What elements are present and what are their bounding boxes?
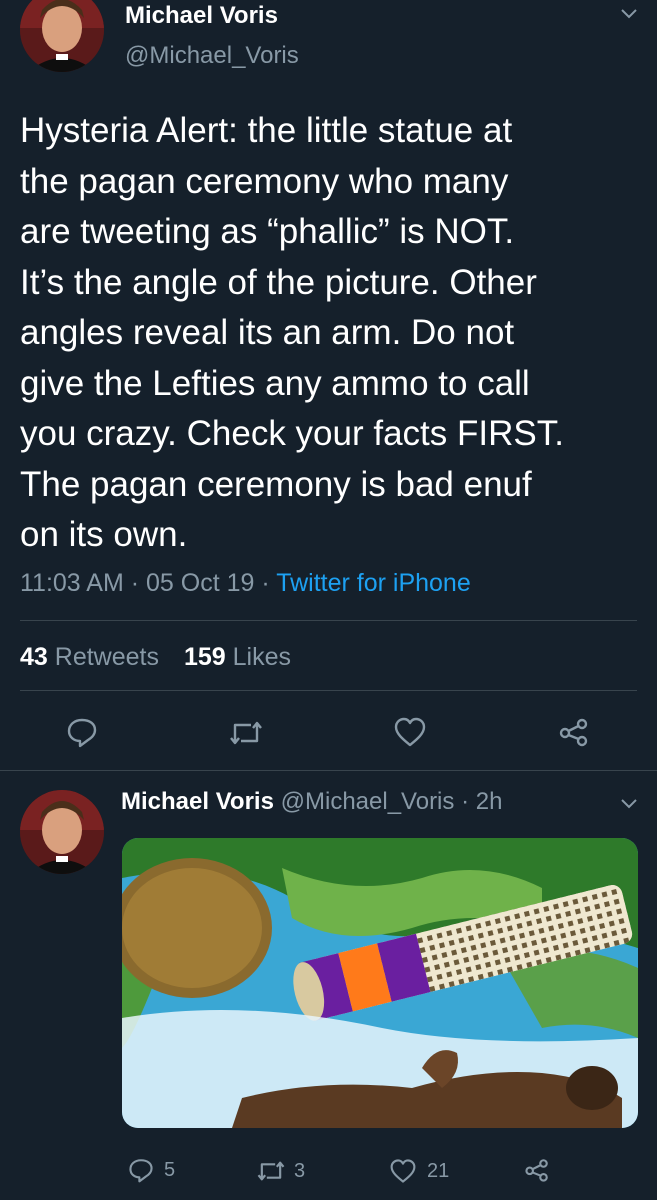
- tweet-source-link[interactable]: Twitter for iPhone: [276, 569, 471, 597]
- likes-count: 159: [183, 643, 226, 671]
- like-count: 21: [427, 1159, 450, 1182]
- tweet-text-line: angles reveal its an arm. Do not: [20, 313, 515, 352]
- separator: ·: [130, 569, 140, 597]
- share-icon: [524, 1157, 550, 1183]
- reply-button[interactable]: [66, 716, 98, 748]
- author-handle[interactable]: @Michael_Voris: [281, 788, 455, 815]
- heart-icon: [393, 716, 427, 748]
- retweet-button[interactable]: 3: [256, 1158, 305, 1184]
- share-icon: [558, 716, 590, 748]
- author-name[interactable]: Michael Voris: [121, 788, 274, 815]
- retweet-icon: [256, 1158, 286, 1184]
- tweet-text-line: you crazy. Check your facts FIRST.: [20, 414, 564, 453]
- divider: [20, 690, 637, 691]
- avatar[interactable]: [20, 790, 104, 874]
- reply-header: Michael Voris @Michael_Voris · 2h: [121, 788, 502, 816]
- avatar[interactable]: [20, 0, 104, 72]
- heart-icon: [389, 1158, 417, 1184]
- reply-icon: [66, 716, 98, 748]
- retweets-label: Retweets: [54, 643, 159, 671]
- tweet-text-line: The pagan ceremony is bad enuf: [20, 464, 532, 504]
- tweet-meta: 11:03 AM · 05 Oct 19 · Twitter for iPhon…: [20, 568, 471, 598]
- divider: [20, 620, 637, 621]
- like-button[interactable]: 21: [389, 1158, 449, 1184]
- tweet-text-line: It’s the angle of the picture. Other: [20, 262, 537, 302]
- likes-stat[interactable]: 159 Likes: [184, 643, 291, 671]
- chevron-down-icon[interactable]: [620, 798, 638, 810]
- separator: ·: [261, 569, 270, 597]
- tweet-text-line: Hysteria Alert: the little statue at: [20, 111, 513, 150]
- tweet-age: · 2h: [461, 788, 503, 815]
- reply-count: 5: [164, 1158, 176, 1181]
- tweet-text: Hysteria Alert: the little statue at the…: [20, 106, 650, 561]
- reply-icon: [128, 1157, 154, 1183]
- author-name[interactable]: Michael Voris: [125, 2, 278, 30]
- retweet-count: 3: [294, 1159, 306, 1182]
- share-button[interactable]: [558, 716, 590, 748]
- likes-label: Likes: [232, 643, 291, 671]
- tweet-stats: 43 Retweets 159 Likes: [20, 642, 291, 672]
- tweet-media-image[interactable]: [122, 838, 638, 1128]
- tweet-text-line: the pagan ceremony who many: [20, 161, 509, 201]
- author-handle[interactable]: @Michael_Voris: [125, 42, 299, 70]
- tweet-text-line: give the Lefties any ammo to call: [20, 363, 530, 403]
- retweets-count: 43: [20, 643, 48, 671]
- retweet-button[interactable]: [228, 718, 264, 748]
- reply-button[interactable]: 5: [128, 1157, 175, 1183]
- chevron-down-icon[interactable]: [620, 8, 638, 20]
- retweets-stat[interactable]: 43 Retweets: [20, 643, 166, 671]
- tweet-time[interactable]: 11:03 AM: [20, 569, 124, 597]
- share-button[interactable]: [524, 1157, 550, 1183]
- tweet-text-line: are tweeting as “phallic” is NOT.: [20, 212, 515, 251]
- divider: [0, 770, 657, 771]
- tweet-text-line: on its own.: [20, 515, 188, 554]
- retweet-icon: [228, 718, 264, 748]
- like-button[interactable]: [393, 716, 427, 748]
- tweet-date[interactable]: 05 Oct 19: [146, 569, 254, 597]
